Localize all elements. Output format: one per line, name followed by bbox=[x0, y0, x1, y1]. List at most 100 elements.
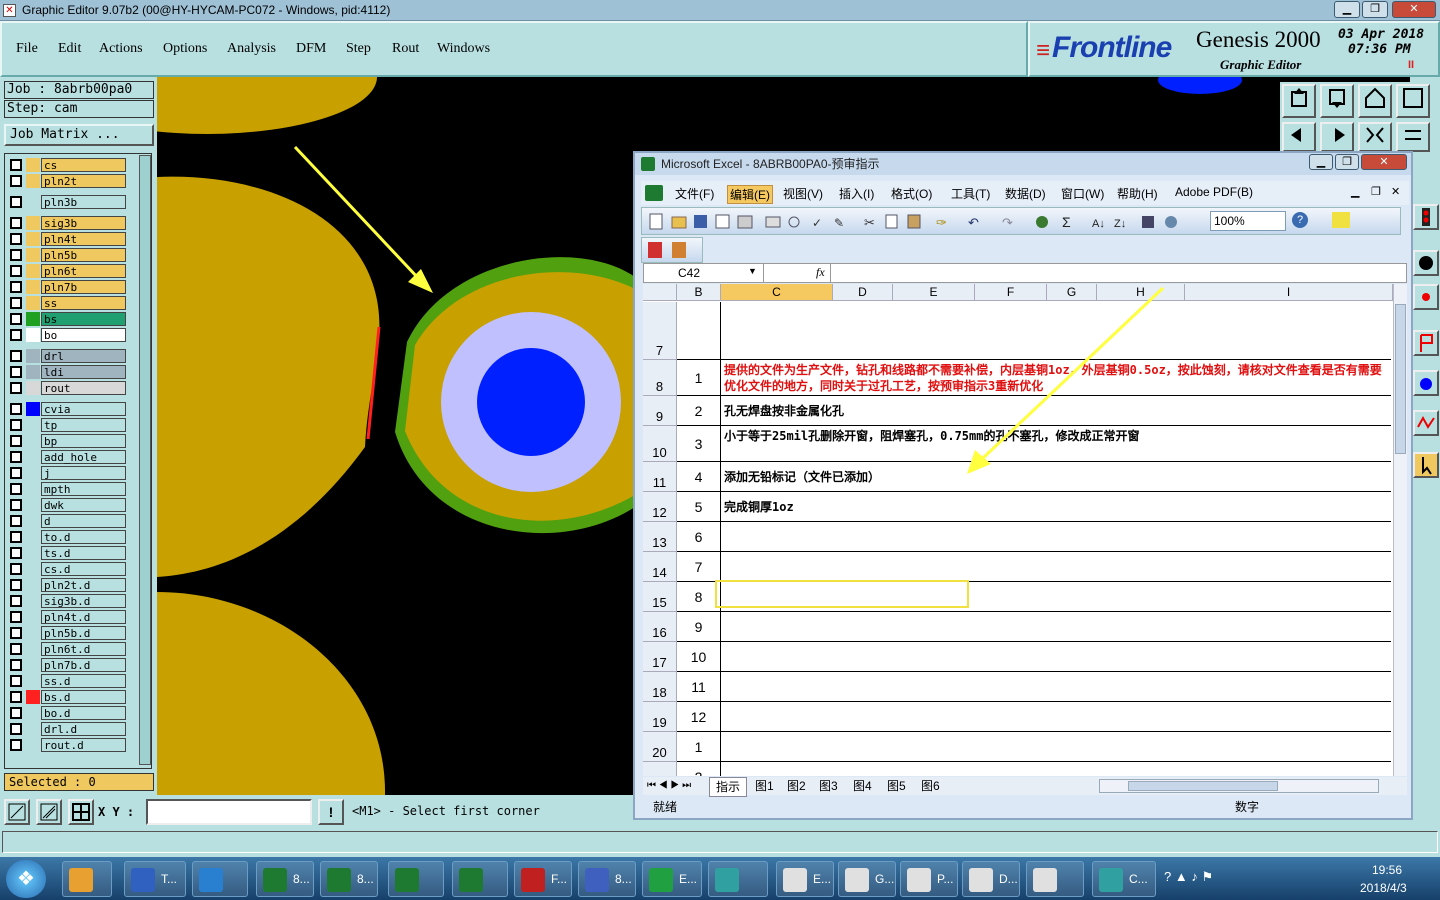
layer-row-drl-d[interactable]: drl.d bbox=[8, 722, 126, 736]
layer-checkbox[interactable] bbox=[10, 659, 22, 671]
xl-menu-edit[interactable]: 编辑(E) bbox=[727, 185, 773, 204]
layer-row-cs-d[interactable]: cs.d bbox=[8, 562, 126, 576]
name-box-dropdown-icon[interactable]: ▼ bbox=[748, 266, 757, 276]
alert-button[interactable]: ! bbox=[318, 799, 344, 825]
taskbar-item-word-app[interactable]: 8... bbox=[578, 861, 636, 897]
menu-step[interactable]: Step bbox=[346, 41, 371, 57]
layer-checkbox[interactable] bbox=[10, 329, 22, 341]
layer-row-bo-d[interactable]: bo.d bbox=[8, 706, 126, 720]
layer-name[interactable]: j bbox=[41, 466, 126, 480]
cell-instruction[interactable] bbox=[721, 762, 1391, 776]
menu-windows[interactable]: Windows bbox=[437, 41, 490, 57]
cell-number[interactable]: 2 bbox=[677, 762, 721, 776]
row-header[interactable]: 18 bbox=[643, 672, 677, 702]
close-button[interactable]: ✕ bbox=[1392, 1, 1436, 18]
layer-checkbox[interactable] bbox=[10, 579, 22, 591]
taskbar-item-c-app[interactable]: C... bbox=[1092, 861, 1156, 897]
layer-color-swatch[interactable] bbox=[26, 466, 40, 480]
layer-color-swatch[interactable] bbox=[26, 434, 40, 448]
excel-minimize-button[interactable]: ▁ bbox=[1309, 154, 1333, 170]
name-box[interactable]: C42 bbox=[644, 264, 764, 282]
taskbar-item-frontline-app[interactable]: F... bbox=[514, 861, 572, 897]
job-matrix-button[interactable]: Job Matrix ... bbox=[4, 124, 154, 146]
layer-name[interactable]: bs.d bbox=[41, 690, 126, 704]
row-header[interactable]: 10 bbox=[643, 426, 677, 462]
taskbar-item-x-1[interactable]: E... bbox=[776, 861, 834, 897]
zoom-select[interactable]: 100% bbox=[1210, 211, 1286, 231]
layer-checkbox[interactable] bbox=[10, 483, 22, 495]
layer-color-swatch[interactable] bbox=[26, 706, 40, 720]
layer-row-pln3b[interactable]: pln3b bbox=[8, 195, 126, 209]
side-tool-7[interactable] bbox=[1413, 452, 1439, 478]
menu-rout[interactable]: Rout bbox=[392, 41, 419, 57]
layer-row-sig3b[interactable]: sig3b bbox=[8, 216, 126, 230]
row-header[interactable]: 15 bbox=[643, 582, 677, 612]
layer-color-swatch[interactable] bbox=[26, 349, 40, 363]
layer-color-swatch[interactable] bbox=[26, 280, 40, 294]
layer-row-bs-d[interactable]: bs.d bbox=[8, 690, 126, 704]
layer-checkbox[interactable] bbox=[10, 217, 22, 229]
layer-checkbox[interactable] bbox=[10, 547, 22, 559]
tray-help-icon[interactable]: ? bbox=[1164, 869, 1171, 884]
layer-row-drl[interactable]: drl bbox=[8, 349, 126, 363]
layer-color-swatch[interactable] bbox=[26, 578, 40, 592]
layer-color-swatch[interactable] bbox=[26, 690, 40, 704]
row-header[interactable]: 20 bbox=[643, 732, 677, 762]
col-header-i[interactable]: I bbox=[1185, 284, 1393, 301]
taskbar-item-shell-app[interactable] bbox=[62, 861, 112, 897]
sheet-tab-1[interactable]: 图1 bbox=[755, 777, 774, 795]
layer-name[interactable]: pln3b bbox=[41, 195, 126, 209]
layer-color-swatch[interactable] bbox=[26, 418, 40, 432]
layer-color-swatch[interactable] bbox=[26, 381, 40, 395]
tab-nav-icon[interactable]: ⏮ ◀ ▶ ⏭ bbox=[647, 777, 691, 795]
row-header[interactable]: 12 bbox=[643, 492, 677, 522]
tray-network-icon[interactable]: ▲ bbox=[1175, 869, 1188, 884]
row-header[interactable]: 8 bbox=[643, 360, 677, 396]
taskbar-item-save-app[interactable]: T... bbox=[124, 861, 186, 897]
taskbar-item-genesis-app[interactable]: E... bbox=[642, 861, 702, 897]
row-header[interactable]: 11 bbox=[643, 462, 677, 492]
formula-input[interactable] bbox=[830, 264, 1406, 282]
clock-date[interactable]: 2018/4/3 bbox=[1360, 881, 1407, 895]
layer-color-swatch[interactable] bbox=[26, 738, 40, 752]
layer-row-bp[interactable]: bp bbox=[8, 434, 126, 448]
layer-checkbox[interactable] bbox=[10, 707, 22, 719]
layer-row-pln4t-d[interactable]: pln4t.d bbox=[8, 610, 126, 624]
toolbar-btn-1[interactable] bbox=[1282, 84, 1316, 118]
toolbar-btn-3[interactable] bbox=[1358, 84, 1392, 118]
layer-name[interactable]: bp bbox=[41, 434, 126, 448]
help-icon[interactable]: ? bbox=[1292, 212, 1308, 228]
layer-row-add-hole[interactable]: add_hole bbox=[8, 450, 126, 464]
excel-vertical-scrollbar[interactable] bbox=[1393, 284, 1407, 776]
layer-color-swatch[interactable] bbox=[26, 610, 40, 624]
layer-row-sig3b-d[interactable]: sig3b.d bbox=[8, 594, 126, 608]
layer-name[interactable]: to.d bbox=[41, 530, 126, 544]
cell-instruction[interactable] bbox=[721, 642, 1391, 672]
row-header[interactable]: 16 bbox=[643, 612, 677, 642]
taskbar-item-ie-app[interactable] bbox=[192, 861, 248, 897]
layer-row-ss-d[interactable]: ss.d bbox=[8, 674, 126, 688]
col-header-b[interactable]: B bbox=[677, 284, 721, 301]
cell-number[interactable]: 4 bbox=[677, 462, 721, 492]
layer-checkbox[interactable] bbox=[10, 515, 22, 527]
layer-name[interactable]: ss.d bbox=[41, 674, 126, 688]
layer-name[interactable]: pln2t.d bbox=[41, 578, 126, 592]
layer-checkbox[interactable] bbox=[10, 265, 22, 277]
layer-row-bo[interactable]: bo bbox=[8, 328, 126, 342]
layer-name[interactable]: pln5b bbox=[41, 248, 126, 262]
fx-label[interactable]: fx bbox=[816, 265, 825, 280]
xl-menu-format[interactable]: 格式(O) bbox=[891, 185, 932, 202]
layer-row-cs[interactable]: cs bbox=[8, 158, 126, 172]
layer-row-to-d[interactable]: to.d bbox=[8, 530, 126, 544]
layer-color-swatch[interactable] bbox=[26, 514, 40, 528]
restore-button[interactable]: ❐ bbox=[1362, 1, 1388, 18]
layer-color-swatch[interactable] bbox=[26, 174, 40, 188]
layer-checkbox[interactable] bbox=[10, 739, 22, 751]
row-header[interactable]: 17 bbox=[643, 642, 677, 672]
menu-dfm[interactable]: DFM bbox=[296, 41, 326, 57]
layer-color-swatch[interactable] bbox=[26, 498, 40, 512]
layer-row-pln6t[interactable]: pln6t bbox=[8, 264, 126, 278]
xl-inner-restore[interactable]: ❐ bbox=[1371, 185, 1381, 198]
toolbar-btn-7[interactable] bbox=[1358, 122, 1392, 152]
layer-name[interactable]: cs.d bbox=[41, 562, 126, 576]
